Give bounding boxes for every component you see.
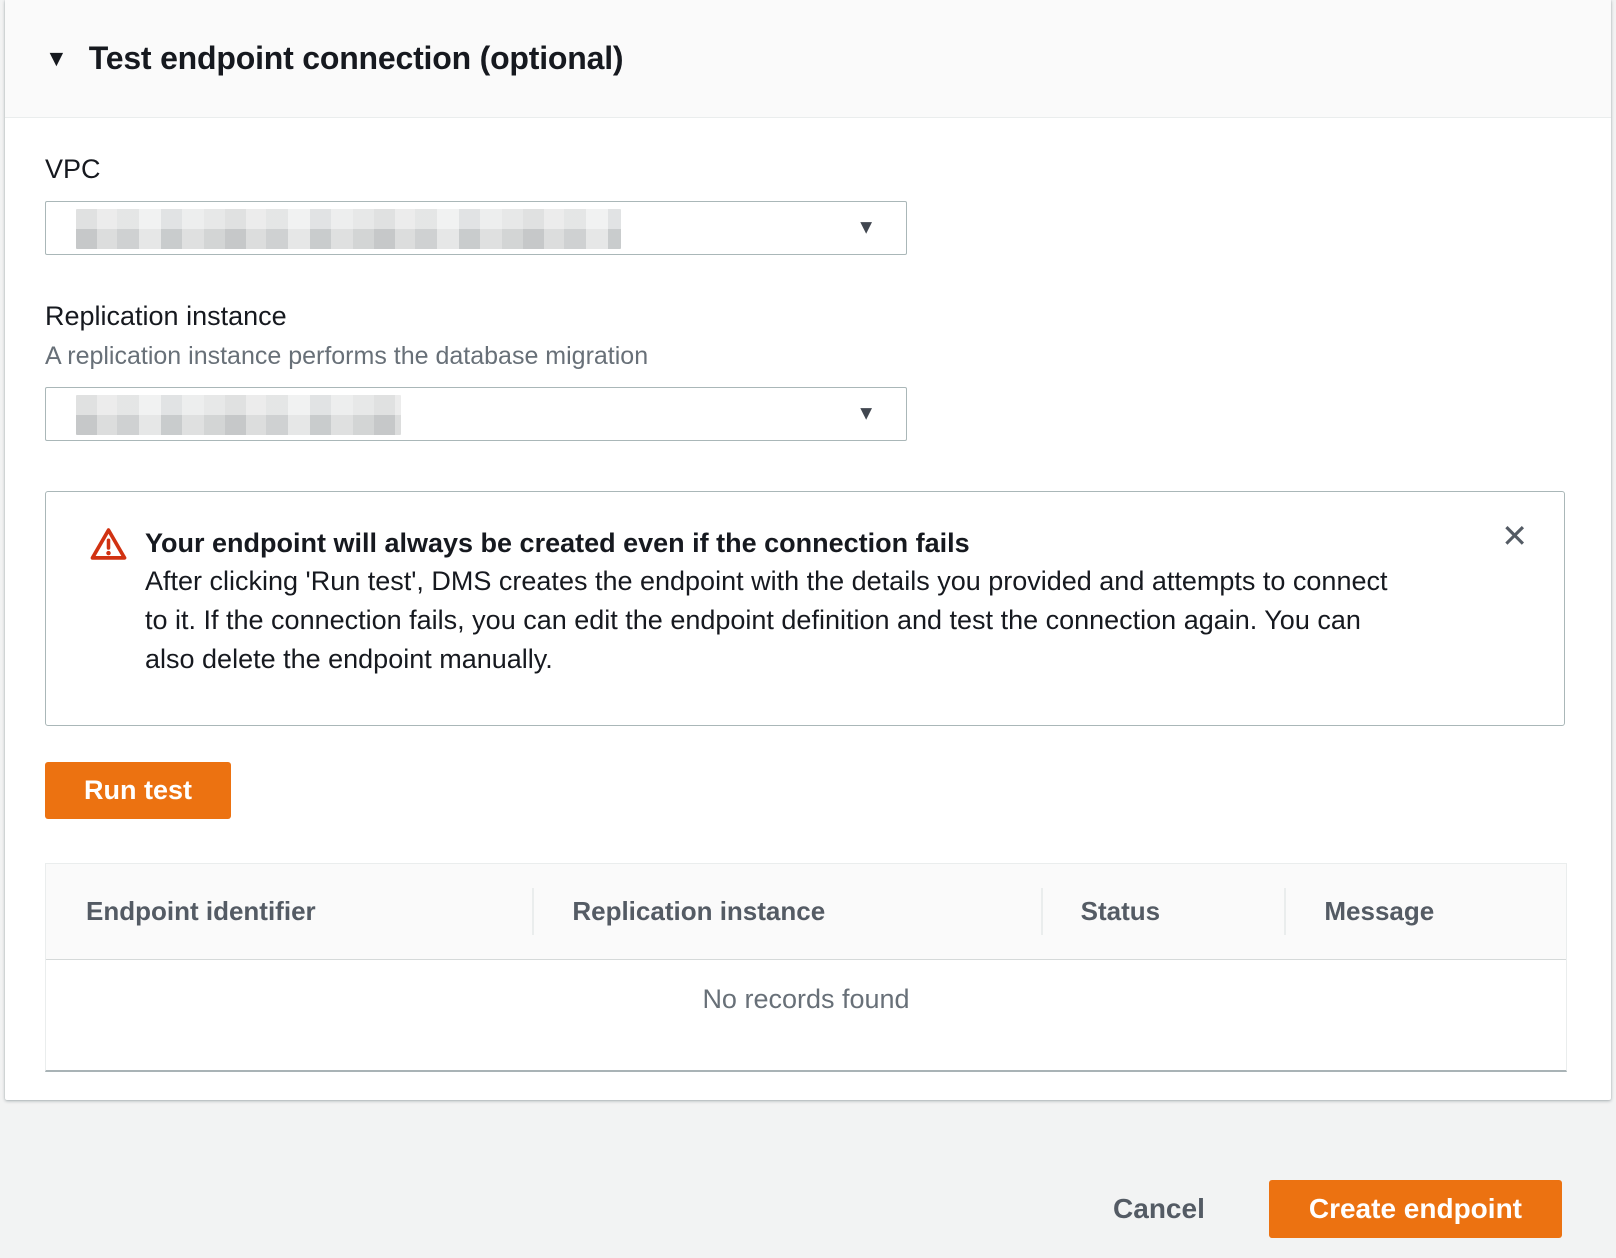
section-body: VPC ▼ Replication instance A replication…: [5, 154, 1611, 1072]
warning-alert-body-line: to it. If the connection fails, you can …: [145, 601, 1387, 640]
empty-state-text: No records found: [46, 960, 1566, 1015]
replication-instance-description: A replication instance performs the data…: [45, 342, 1571, 371]
column-header-replication-instance: Replication instance: [532, 864, 1040, 959]
run-test-button[interactable]: Run test: [45, 762, 231, 819]
chevron-down-icon: ▼: [856, 218, 876, 238]
replication-instance-selected-value-redacted: [76, 395, 401, 435]
warning-alert: Your endpoint will always be created eve…: [45, 491, 1565, 726]
create-endpoint-button[interactable]: Create endpoint: [1269, 1180, 1562, 1238]
column-header-status: Status: [1041, 864, 1285, 959]
section-collapse-caret-icon[interactable]: ▼: [45, 47, 68, 70]
cancel-button[interactable]: Cancel: [1109, 1185, 1209, 1233]
form-footer-actions: Cancel Create endpoint: [1109, 1180, 1562, 1238]
close-icon[interactable]: ✕: [1497, 516, 1532, 556]
vpc-label: VPC: [45, 154, 1571, 185]
replication-instance-select[interactable]: ▼: [45, 387, 907, 441]
warning-triangle-icon: [90, 527, 127, 566]
vpc-select[interactable]: ▼: [45, 201, 907, 255]
replication-instance-label: Replication instance: [45, 301, 1571, 332]
expandable-section-header[interactable]: ▼ Test endpoint connection (optional): [5, 0, 1611, 118]
warning-alert-body-line: After clicking 'Run test', DMS creates t…: [145, 562, 1387, 601]
chevron-down-icon: ▼: [856, 404, 876, 424]
section-title: Test endpoint connection (optional): [89, 40, 624, 77]
table-body: No records found: [46, 960, 1566, 1070]
column-header-endpoint-identifier: Endpoint identifier: [46, 864, 532, 959]
test-endpoint-connection-card: ▼ Test endpoint connection (optional) VP…: [5, 0, 1611, 1100]
warning-alert-body-line: also delete the endpoint manually.: [145, 640, 1387, 679]
vpc-selected-value-redacted: [76, 209, 621, 249]
warning-alert-text: Your endpoint will always be created eve…: [145, 524, 1387, 679]
column-header-message: Message: [1284, 864, 1566, 959]
table-header-row: Endpoint identifier Replication instance…: [46, 864, 1566, 960]
warning-alert-title: Your endpoint will always be created eve…: [145, 524, 1387, 562]
test-results-table: Endpoint identifier Replication instance…: [45, 863, 1567, 1072]
